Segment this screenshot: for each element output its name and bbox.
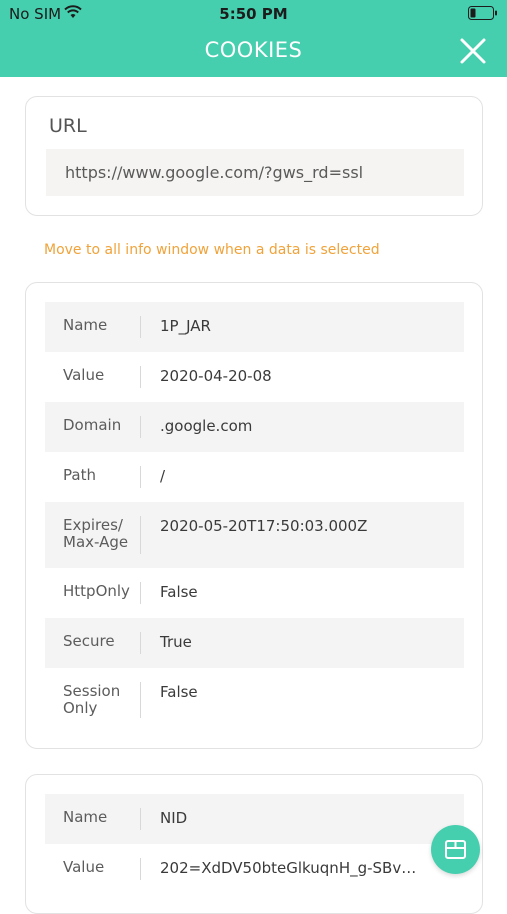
row-value: False bbox=[160, 683, 198, 701]
table-row[interactable]: Value 202=XdDV50bteGlkuqnH_g-SBv… bbox=[45, 844, 464, 894]
hint-text: Move to all info window when a data is s… bbox=[44, 242, 380, 258]
row-value: True bbox=[160, 633, 192, 651]
cookie-card[interactable]: Name 1P_JAR Value 2020-04-20-08 Domain .googl… bbox=[25, 282, 483, 749]
row-value: .google.com bbox=[160, 417, 253, 435]
row-key: Name bbox=[45, 808, 141, 830]
url-label: URL bbox=[49, 115, 87, 137]
table-row[interactable]: Expires/ Max-Age 2020-05-20T17:50:03.000Z bbox=[45, 502, 464, 568]
row-key: Name bbox=[45, 316, 141, 338]
row-key: HttpOnly bbox=[45, 582, 141, 604]
battery-icon bbox=[468, 6, 497, 20]
row-key: Secure bbox=[45, 632, 141, 654]
header-bar: No SIM 5:50 PM COOKIES bbox=[0, 0, 507, 77]
row-value: False bbox=[160, 583, 198, 601]
box-icon bbox=[445, 840, 466, 859]
table-row[interactable]: Domain .google.com bbox=[45, 402, 464, 452]
table-row[interactable]: Secure True bbox=[45, 618, 464, 668]
close-icon bbox=[460, 38, 486, 64]
row-value: 202=XdDV50bteGlkuqnH_g-SBv… bbox=[160, 859, 417, 877]
row-key: Domain bbox=[45, 416, 141, 438]
table-row[interactable]: HttpOnly False bbox=[45, 568, 464, 618]
table-row[interactable]: Path / bbox=[45, 452, 464, 502]
row-value: / bbox=[160, 467, 166, 485]
row-key: Session Only bbox=[45, 682, 141, 718]
close-button[interactable] bbox=[459, 37, 487, 65]
status-bar: No SIM 5:50 PM bbox=[0, 0, 507, 28]
table-row[interactable]: Name NID bbox=[45, 794, 464, 844]
table-row[interactable]: Name 1P_JAR bbox=[45, 302, 464, 352]
row-value: NID bbox=[160, 809, 188, 827]
cookie-card[interactable]: Name NID Value 202=XdDV50bteGlkuqnH_g-SBv… bbox=[25, 774, 483, 914]
row-key: Expires/ Max-Age bbox=[45, 516, 141, 554]
table-row[interactable]: Session Only False bbox=[45, 668, 464, 732]
url-card: URL https://www.google.com/?gws_rd=ssl bbox=[25, 96, 483, 216]
row-value: 2020-04-20-08 bbox=[160, 367, 272, 385]
fab-button[interactable] bbox=[431, 825, 480, 874]
status-time: 5:50 PM bbox=[219, 5, 288, 23]
row-key: Value bbox=[45, 858, 141, 880]
row-key: Path bbox=[45, 466, 141, 488]
url-field[interactable]: https://www.google.com/?gws_rd=ssl bbox=[46, 149, 464, 196]
row-value: 1P_JAR bbox=[160, 317, 211, 335]
table-row[interactable]: Value 2020-04-20-08 bbox=[45, 352, 464, 402]
row-key: Value bbox=[45, 366, 141, 388]
row-value: 2020-05-20T17:50:03.000Z bbox=[160, 517, 368, 535]
page-title: COOKIES bbox=[204, 38, 303, 62]
